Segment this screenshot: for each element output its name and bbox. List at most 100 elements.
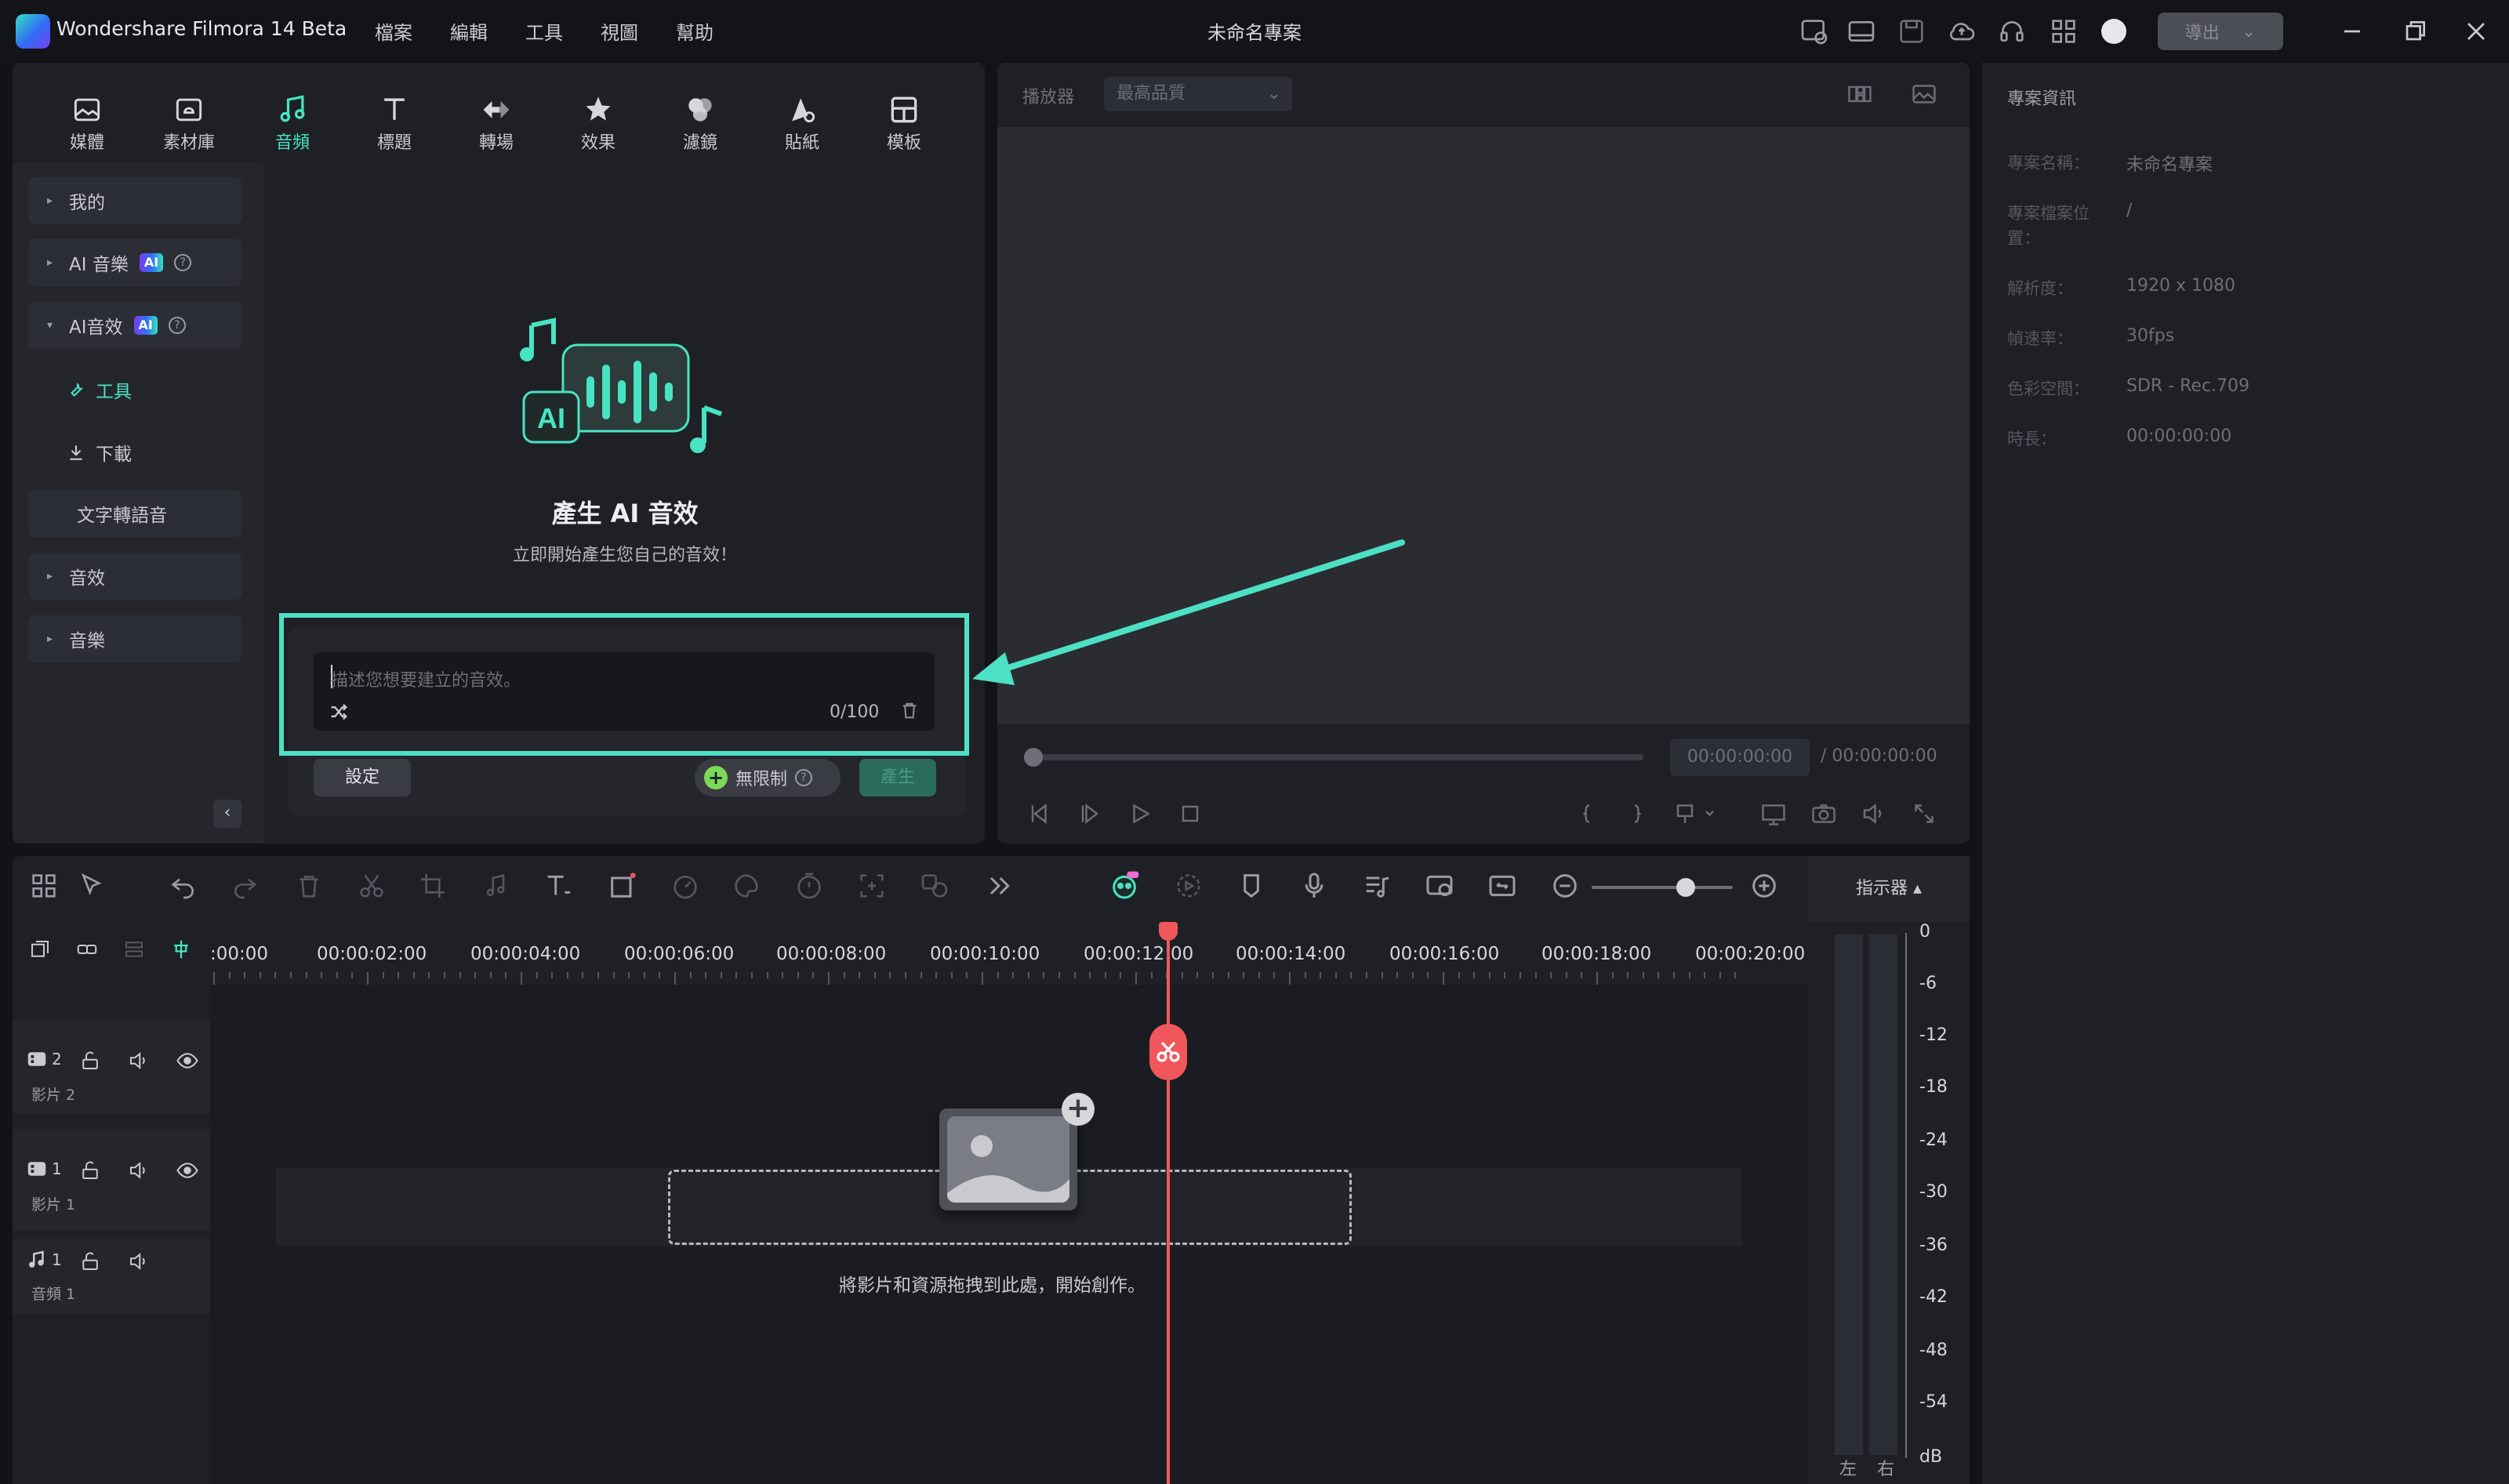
ruler-tick bbox=[751, 972, 753, 978]
tab-templates[interactable]: 模板 bbox=[861, 93, 947, 155]
ai-crop-icon[interactable] bbox=[856, 870, 888, 902]
add-track-icon[interactable] bbox=[28, 938, 52, 961]
lock-icon[interactable] bbox=[78, 1250, 102, 1273]
add-text-icon[interactable] bbox=[543, 870, 574, 902]
layout-icon[interactable] bbox=[1846, 16, 1877, 47]
ai-translate-icon[interactable] bbox=[919, 870, 950, 902]
speed-icon[interactable] bbox=[670, 870, 701, 902]
settings-button[interactable]: 設定 bbox=[314, 759, 411, 796]
crop-icon[interactable] bbox=[417, 870, 448, 902]
audio-list-icon[interactable] bbox=[1361, 870, 1392, 902]
sidebar-item-music[interactable]: ▸ 音樂 bbox=[28, 615, 241, 662]
zoom-in-icon[interactable] bbox=[1748, 870, 1780, 902]
current-time[interactable]: 00:00:00:00 bbox=[1670, 738, 1810, 776]
select-cursor-icon[interactable] bbox=[77, 870, 108, 902]
project-info-icon[interactable] bbox=[1799, 16, 1830, 47]
eye-icon[interactable] bbox=[176, 1049, 199, 1072]
add-media-plus-icon[interactable]: + bbox=[1062, 1093, 1095, 1126]
support-headset-icon[interactable] bbox=[1996, 16, 2028, 47]
tab-transitions[interactable]: 轉場 bbox=[453, 93, 539, 155]
help-icon[interactable]: ? bbox=[795, 769, 813, 786]
close-icon[interactable] bbox=[2460, 16, 2492, 47]
replace-icon[interactable] bbox=[1487, 870, 1518, 902]
volume-icon[interactable] bbox=[1860, 800, 1888, 828]
stop-icon[interactable] bbox=[1176, 800, 1204, 828]
step-forward-icon[interactable] bbox=[1076, 800, 1104, 828]
sidebar-item-ai-music[interactable]: ▸ AI 音樂 AI ? bbox=[28, 239, 241, 286]
ruler-tick bbox=[889, 972, 891, 978]
link-track-icon[interactable] bbox=[75, 938, 99, 961]
tab-filters[interactable]: 濾鏡 bbox=[657, 93, 743, 155]
pip-icon[interactable] bbox=[1424, 870, 1455, 902]
speaker-icon[interactable] bbox=[127, 1250, 151, 1273]
marker-icon[interactable] bbox=[1236, 870, 1267, 902]
mark-out-icon[interactable] bbox=[1623, 800, 1651, 828]
tab-effects[interactable]: 效果 bbox=[555, 93, 641, 155]
lock-icon[interactable] bbox=[78, 1159, 102, 1182]
quality-select[interactable]: 最高品質 ⌄ bbox=[1104, 77, 1292, 111]
save-icon[interactable] bbox=[1896, 16, 1927, 47]
playhead-line[interactable] bbox=[1167, 925, 1170, 1484]
grid-view-icon[interactable] bbox=[1844, 80, 1875, 108]
eye-icon[interactable] bbox=[176, 1159, 199, 1182]
apps-grid-icon[interactable] bbox=[2048, 16, 2079, 47]
sidebar-item-sfx[interactable]: ▸ 音效 bbox=[28, 553, 241, 600]
snapshot-view-icon[interactable] bbox=[1908, 80, 1940, 108]
help-icon[interactable]: ? bbox=[174, 254, 192, 271]
lock-icon[interactable] bbox=[78, 1049, 102, 1072]
timer-icon[interactable] bbox=[793, 870, 825, 902]
cloud-upload-icon[interactable] bbox=[1946, 16, 1977, 47]
zoom-slider[interactable] bbox=[1592, 886, 1733, 889]
more-tools-icon[interactable] bbox=[983, 870, 1015, 902]
playhead-scissors-icon[interactable] bbox=[1149, 1024, 1187, 1080]
playhead-handle[interactable] bbox=[1159, 922, 1178, 941]
zoom-out-icon[interactable] bbox=[1549, 870, 1581, 902]
camera-snapshot-icon[interactable] bbox=[1810, 800, 1838, 828]
zoom-slider-knob[interactable] bbox=[1676, 878, 1695, 897]
sidebar-item-tts[interactable]: 文字轉語音 bbox=[28, 490, 241, 537]
undo-icon[interactable] bbox=[168, 870, 199, 902]
sidebar-item-ai-sfx[interactable]: ▾ AI音效 AI ? bbox=[28, 302, 241, 349]
tab-media[interactable]: 媒體 bbox=[44, 93, 130, 155]
restore-icon[interactable] bbox=[2399, 16, 2431, 47]
split-scissors-icon[interactable] bbox=[356, 870, 387, 902]
snap-magnet-icon[interactable] bbox=[169, 938, 193, 961]
step-back-icon[interactable] bbox=[1026, 800, 1054, 828]
sidebar-item-mine[interactable]: ▸ 我的 bbox=[28, 177, 241, 224]
help-icon[interactable]: ? bbox=[168, 317, 186, 334]
marker-menu-icon[interactable] bbox=[1673, 800, 1720, 828]
voiceover-mic-icon[interactable] bbox=[1298, 870, 1330, 902]
scrubber-knob[interactable] bbox=[1024, 748, 1043, 767]
ruler-tick bbox=[766, 972, 768, 978]
speaker-icon[interactable] bbox=[127, 1159, 151, 1182]
tab-stickers[interactable]: 貼紙 bbox=[759, 93, 845, 155]
delete-icon[interactable] bbox=[293, 870, 325, 902]
minimize-icon[interactable] bbox=[2337, 16, 2368, 47]
user-avatar[interactable] bbox=[2101, 19, 2126, 44]
db-label: dB bbox=[1919, 1447, 1943, 1467]
color-palette-icon[interactable] bbox=[731, 870, 762, 902]
tab-audio[interactable]: 音頻 bbox=[249, 93, 336, 155]
display-icon[interactable] bbox=[1759, 800, 1788, 828]
tab-titles[interactable]: 標題 bbox=[351, 93, 438, 155]
sidebar-subitem-download[interactable]: 下載 bbox=[66, 439, 132, 466]
playback-scrubber[interactable] bbox=[1024, 754, 1643, 760]
export-button[interactable]: 導出 ⌄ bbox=[2158, 13, 2283, 50]
speaker-icon[interactable] bbox=[127, 1049, 151, 1072]
audio-edit-icon[interactable] bbox=[480, 870, 511, 902]
tab-stock-library[interactable]: 素材庫 bbox=[146, 93, 232, 155]
redo-icon[interactable] bbox=[229, 870, 260, 902]
layout-grid-icon[interactable] bbox=[28, 870, 60, 902]
unlimited-credits-pill[interactable]: + 無限制 ? bbox=[695, 759, 841, 796]
generate-button[interactable]: 產生 bbox=[859, 759, 936, 796]
shape-icon[interactable] bbox=[607, 870, 638, 902]
sidebar-subitem-tools[interactable]: 工具 bbox=[66, 376, 132, 403]
collapse-sidebar-button[interactable]: ‹ bbox=[213, 800, 241, 828]
mark-in-icon[interactable] bbox=[1573, 800, 1601, 828]
render-preview-icon[interactable] bbox=[1173, 870, 1204, 902]
meter-dropdown[interactable]: 指示器 ▴ bbox=[1808, 856, 1970, 922]
ai-copilot-icon[interactable] bbox=[1109, 870, 1140, 902]
track-layout-icon[interactable] bbox=[122, 938, 146, 961]
play-icon[interactable] bbox=[1126, 800, 1154, 828]
fullscreen-icon[interactable] bbox=[1910, 800, 1938, 828]
